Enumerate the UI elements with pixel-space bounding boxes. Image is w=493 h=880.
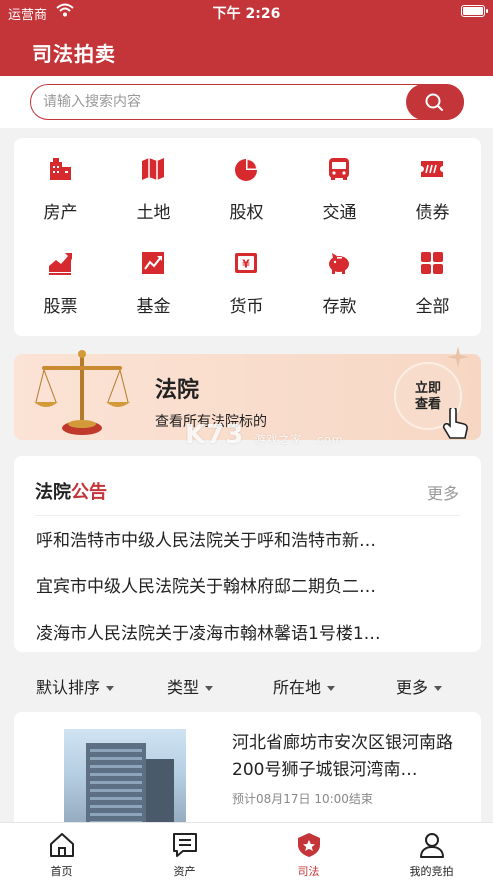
category-label: 全部 [415,297,450,317]
badge-icon [298,833,320,857]
tab-label: 资产 [173,865,196,878]
home-icon [50,833,74,857]
tab-label: 首页 [50,865,73,878]
category-label: 货币 [229,297,264,317]
category-equity[interactable]: 股权 [200,138,293,228]
page-title: 司法拍卖 [32,42,116,66]
building-icon [50,158,71,180]
tab-my-bids[interactable]: 我的竞拍 [370,823,493,880]
app-header: 运营商 下午 2:26 司法拍卖 [0,0,493,76]
category-land[interactable]: 土地 [107,138,200,228]
banner-title: 法院 [155,378,200,403]
search-bar [0,76,493,128]
filter-bar: 默认排序 类型 所在地 更多 [0,666,493,704]
court-notice-card: 法院公告 更多 呼和浩特市中级人民法院关于呼和浩特市新… 宜宾市中级人民法院关于… [14,456,481,652]
category-stock[interactable]: 股票 [14,232,107,322]
battery-cap [486,9,488,13]
category-bond[interactable]: 债券 [386,138,479,228]
caret-down-icon [205,686,214,691]
category-label: 房产 [43,203,78,223]
notice-item[interactable]: 宜宾市中级人民法院关于翰林府邸二期负二… [36,572,456,597]
filter-type[interactable]: 类型 [167,674,214,698]
search-icon [425,93,443,111]
search-box [30,84,464,120]
grid-icon [421,252,443,274]
hand-pointer-icon [442,408,468,439]
category-label: 土地 [136,203,171,223]
message-icon [173,833,197,857]
stock-chart-icon [49,253,72,275]
bus-icon [329,158,349,180]
category-label: 基金 [136,297,171,317]
map-icon [142,158,164,180]
status-time: 下午 2:26 [212,6,281,22]
user-icon [420,833,444,858]
category-label: 股权 [229,203,264,223]
category-fund[interactable]: 基金 [107,232,200,322]
filter-more[interactable]: 更多 [396,674,443,698]
fund-chart-icon [142,252,164,274]
notice-item[interactable]: 凌海市人民法院关于凌海市翰林馨语1号楼1… [36,619,456,644]
sparkle-icon [447,346,469,368]
divider [35,515,460,516]
caret-down-icon [434,686,443,691]
scales-of-justice-icon [34,350,130,435]
tab-label: 司法 [297,865,320,878]
tab-judicial[interactable]: 司法 [247,823,370,880]
caret-down-icon [327,686,336,691]
search-button[interactable] [406,84,464,120]
category-label: 债券 [415,203,450,223]
category-currency[interactable]: ¥ 货币 [200,232,293,322]
tab-label: 我的竞拍 [409,865,454,878]
notice-item[interactable]: 呼和浩特市中级人民法院关于呼和浩特市新… [36,526,456,551]
filter-location[interactable]: 所在地 [273,674,336,698]
status-bar: 运营商 下午 2:26 [0,0,493,24]
tab-assets[interactable]: 资产 [123,823,246,880]
notice-more-link[interactable]: 更多 [427,480,459,504]
filter-sort[interactable]: 默认排序 [36,674,115,698]
category-traffic[interactable]: 交通 [293,138,386,228]
listing-end-time: 预计08月17日 10:00结束 [232,792,373,806]
ticket-icon [421,161,443,177]
search-input[interactable] [43,91,403,113]
category-all[interactable]: 全部 [386,232,479,322]
category-label: 交通 [322,203,357,223]
notice-title: 法院公告 [35,482,107,503]
category-label: 存款 [322,297,357,317]
piggy-bank-icon [329,253,349,274]
battery-icon [461,5,485,17]
svg-text:¥: ¥ [242,258,250,271]
watermark: K73 游戏之家 .com [185,420,344,450]
caret-down-icon [106,686,115,691]
category-grid: 房产 土地 股权 交通 债券 股票 基金 ¥ 货币 存款 全部 [14,138,481,336]
yuan-note-icon: ¥ [235,253,257,273]
category-house[interactable]: 房产 [14,138,107,228]
category-label: 股票 [43,297,78,317]
tab-home[interactable]: 首页 [0,823,123,880]
pie-chart-icon [235,159,257,181]
category-deposit[interactable]: 存款 [293,232,386,322]
listing-title: 河北省廊坊市安次区银河南路200号狮子城银河湾南… [232,733,453,780]
bottom-tab-bar: 首页 资产 司法 我的竞拍 [0,822,493,880]
